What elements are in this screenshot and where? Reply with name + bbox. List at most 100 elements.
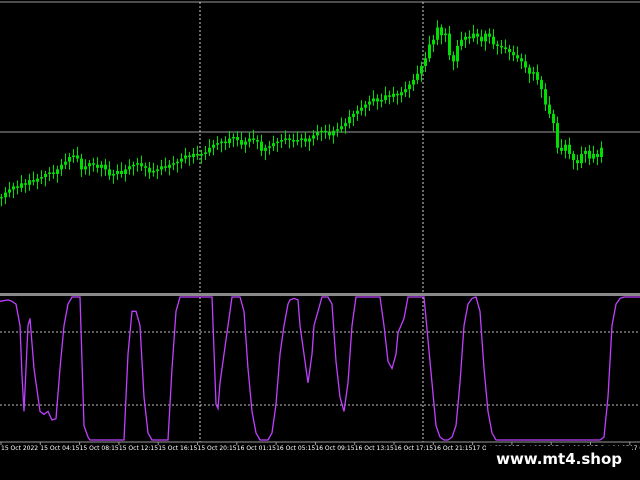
price-candle-33 [132,164,135,167]
price-candle-115 [460,39,463,46]
price-candle-25 [100,164,103,168]
price-candle-81 [324,130,327,133]
price-candle-134 [536,72,539,80]
price-candle-60 [240,140,243,145]
time-tick-label: 15 Oct 04:15 [40,445,79,452]
price-candle-73 [292,140,295,142]
price-candle-122 [488,33,491,37]
price-candle-66 [264,147,267,151]
price-candle-37 [148,167,151,173]
price-candle-19 [76,155,79,159]
price-candle-110 [440,27,443,36]
price-candle-40 [160,166,163,170]
price-candle-13 [52,172,55,174]
price-candle-68 [272,143,275,147]
price-candle-36 [144,166,147,168]
price-candle-77 [308,138,311,142]
price-candle-55 [220,141,223,144]
time-tick-label: 15 Oct 20:15 [198,445,237,452]
price-candle-116 [464,36,467,40]
price-candle-137 [548,104,551,114]
price-candle-12 [48,172,51,174]
price-candle-2 [8,189,11,193]
time-tick-label: 16 Oct 05:15 [276,445,315,452]
price-candle-11 [44,174,47,178]
price-candle-136 [544,89,547,105]
price-candle-0 [0,197,3,199]
price-candle-109 [436,27,439,40]
price-candle-35 [140,163,143,167]
price-candle-117 [468,36,471,39]
trading-chart[interactable]: 15 Oct 2022 15 Oct 04:15 15 Oct 08:15 15 Oc… [0,0,640,480]
price-candle-17 [68,157,71,162]
price-candle-144 [576,160,579,164]
price-candle-141 [564,144,567,151]
price-candle-3 [12,186,15,190]
price-candle-7 [28,180,31,185]
price-candle-28 [112,174,115,176]
price-candle-143 [572,153,575,161]
price-candle-103 [412,79,415,85]
price-candle-9 [36,178,39,182]
price-candle-96 [384,95,387,100]
price-candle-43 [172,163,175,165]
price-candle-8 [32,180,35,182]
price-candle-59 [236,136,239,141]
price-candle-71 [284,138,287,141]
price-candle-99 [396,93,399,96]
price-candle-88 [352,113,355,117]
price-candle-138 [552,113,555,124]
price-candle-4 [16,186,19,188]
watermark: www.mt4.shop [486,446,632,472]
price-candle-54 [216,143,219,145]
price-candle-132 [528,67,531,74]
price-candle-114 [456,45,459,62]
price-candle-101 [404,89,407,93]
price-candle-139 [556,123,559,148]
price-candle-34 [136,163,139,165]
price-candle-61 [244,141,247,145]
price-candle-149 [596,153,599,158]
price-candle-82 [328,132,331,136]
price-candle-14 [56,169,59,174]
price-candle-148 [592,153,595,159]
time-tick-label: 15 Oct 16:15 [158,445,197,452]
price-candle-131 [524,61,527,68]
price-candle-10 [40,177,43,179]
price-candle-129 [516,55,519,59]
price-candle-87 [348,116,351,124]
price-candle-22 [88,163,91,167]
price-candle-89 [356,110,359,114]
price-candle-98 [392,93,395,97]
price-candle-91 [364,104,367,108]
time-tick-label: 16 Oct 17:15 [394,445,433,452]
time-tick-label: 16 Oct 01:15 [237,445,276,452]
price-candle-23 [92,163,95,165]
price-candle-95 [380,99,383,102]
price-candle-125 [500,45,503,48]
price-candle-100 [400,92,403,96]
price-candle-78 [312,135,315,139]
price-candle-64 [256,140,259,142]
price-candle-107 [428,44,431,59]
price-candle-57 [228,138,231,144]
price-candle-44 [176,161,179,164]
price-candle-15 [60,164,63,170]
price-candle-69 [276,141,279,144]
price-candle-105 [420,66,423,74]
price-candle-127 [508,49,511,53]
price-candle-6 [24,183,27,185]
price-candle-142 [568,144,571,154]
price-candle-56 [224,141,227,144]
price-candle-140 [560,147,563,151]
price-candle-67 [268,146,271,148]
price-candle-41 [164,166,167,168]
price-candle-5 [20,183,23,188]
price-candle-75 [300,138,303,141]
time-tick-label: 16 Oct 13:15 [355,445,394,452]
price-candle-111 [444,33,447,36]
time-tick-label: 15 Oct 08:15 [80,445,119,452]
price-candle-84 [336,129,339,131]
price-candle-70 [280,140,283,142]
price-candle-20 [80,158,83,170]
